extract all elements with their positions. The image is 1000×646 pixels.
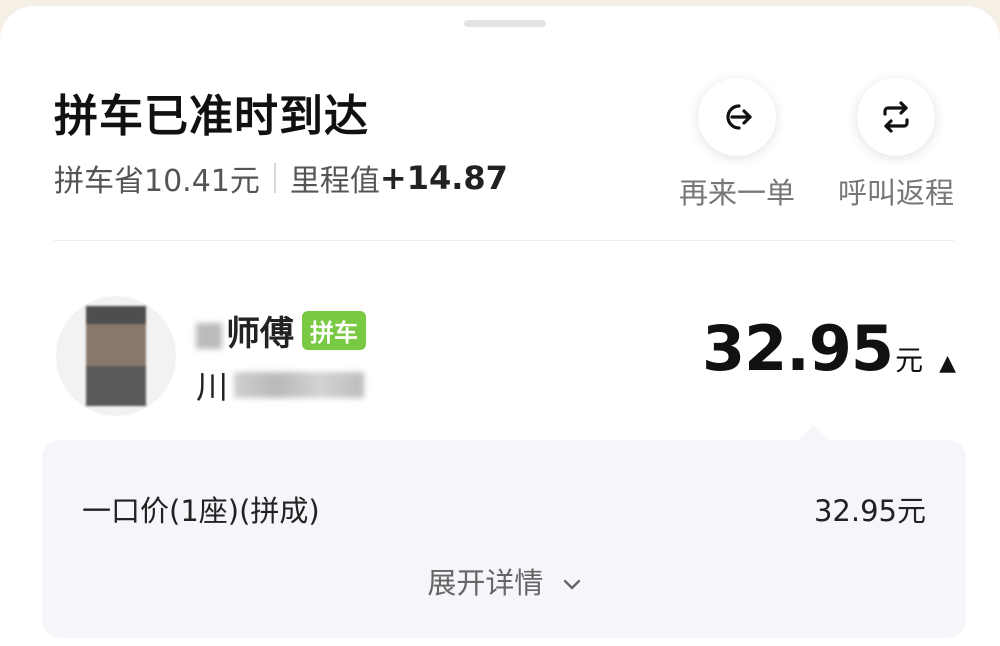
- return-trip-icon-circle[interactable]: [857, 78, 935, 156]
- reorder-icon-circle[interactable]: [698, 78, 776, 156]
- expand-details-button[interactable]: 展开详情: [42, 560, 966, 602]
- section-divider: [54, 240, 954, 241]
- mileage-value: +14.87: [379, 159, 508, 197]
- reorder-button[interactable]: 再来一单: [672, 78, 802, 212]
- collapse-caret-icon[interactable]: ▲: [939, 351, 956, 376]
- carpool-badge: 拼车: [302, 311, 366, 350]
- repeat-icon: [883, 101, 909, 133]
- return-trip-label: 呼叫返程: [837, 176, 954, 210]
- driver-avatar[interactable]: [56, 296, 176, 416]
- fare-detail-panel: 一口价(1座)(拼成) 32.95元 展开详情: [42, 440, 966, 638]
- page-title: 拼车已准时到达: [54, 91, 369, 142]
- reorder-label: 再来一单: [678, 176, 795, 210]
- trip-stats: 拼车省10.41元 里程值 +14.87: [54, 156, 508, 200]
- chevron-down-icon: [563, 579, 580, 590]
- price-unit: 元: [895, 344, 924, 377]
- fare-value: 32.95元: [813, 494, 926, 528]
- expand-details-label: 展开详情: [427, 566, 544, 600]
- stats-divider: [273, 163, 276, 193]
- driver-name: 师傅: [196, 306, 294, 355]
- savings-text: 拼车省10.41元: [54, 164, 260, 199]
- total-price[interactable]: 32.95 元 ▲: [702, 312, 956, 385]
- plate-redacted: [234, 372, 365, 398]
- driver-name-row: 师傅 拼车: [196, 306, 366, 355]
- license-plate: 川: [196, 362, 365, 408]
- driver-surname-redacted: [196, 322, 222, 349]
- avatar-image-pixelated: [86, 306, 146, 406]
- mileage-label: 里程值: [289, 164, 380, 199]
- fare-type-label: 一口价(1座)(拼成): [82, 494, 320, 528]
- login-arrow-icon: [726, 104, 752, 130]
- price-amount: 32.95: [701, 312, 894, 385]
- driver-title: 师傅: [226, 314, 294, 354]
- drag-handle[interactable]: [464, 20, 546, 27]
- return-trip-button[interactable]: 呼叫返程: [831, 78, 961, 212]
- plate-prefix: 川: [196, 368, 229, 406]
- trip-summary-sheet: 拼车已准时到达 拼车省10.41元 里程值 +14.87 再来一单 呼叫返程 师…: [0, 6, 1000, 646]
